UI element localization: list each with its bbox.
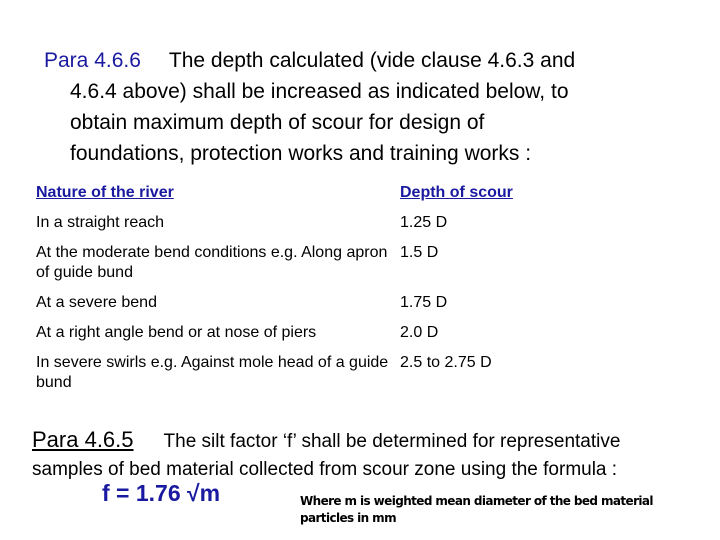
intro-line-2: 4.6.4 above) shall be increased as indic… bbox=[70, 80, 569, 103]
intro-paragraph: Para 4.6.6 The depth calculated (vide cla… bbox=[44, 45, 684, 169]
scour-depth-cell: 1.75 D bbox=[400, 294, 448, 311]
table-row: At a right angle bend or at nose of pier… bbox=[36, 323, 596, 353]
river-nature-cell: In a straight reach bbox=[36, 214, 165, 231]
scour-depth-cell: 1.25 D bbox=[400, 214, 448, 231]
para2-text-1: The silt factor ‘f’ shall be determined … bbox=[163, 431, 621, 452]
para-number-4-6-5: Para 4.6.5 bbox=[32, 427, 134, 452]
intro-text-1: The depth calculated (vide clause 4.6.3 … bbox=[168, 49, 576, 72]
table-header-row: Nature of the river Depth of scour bbox=[36, 183, 596, 213]
table-row: At a severe bend 1.75 D bbox=[36, 293, 596, 323]
header-nature-of-river: Nature of the river bbox=[36, 184, 174, 201]
formula-note: Where m is weighted mean diameter of the… bbox=[300, 494, 654, 525]
para2-line-1: Para 4.6.5 The silt factor ‘f’ shall be d… bbox=[32, 426, 712, 456]
river-nature-cell: At a right angle bend or at nose of pier… bbox=[36, 324, 317, 341]
table-row: In severe swirls e.g. Against mole head … bbox=[36, 353, 596, 403]
header-depth-of-scour: Depth of scour bbox=[400, 184, 513, 201]
silt-factor-paragraph: Para 4.6.5 The silt factor ‘f’ shall be d… bbox=[32, 426, 712, 484]
para-number-4-6-6: Para 4.6.6 bbox=[44, 49, 141, 72]
river-nature-cell: In severe swirls e.g. Against mole head … bbox=[36, 354, 389, 391]
scour-depth-cell: 2.0 D bbox=[400, 324, 439, 341]
intro-line-1: Para 4.6.6 The depth calculated (vide cla… bbox=[44, 45, 684, 76]
table-row: In a straight reach 1.25 D bbox=[36, 213, 596, 243]
intro-line-3: obtain maximum depth of scour for design… bbox=[70, 111, 485, 134]
river-nature-cell: At the moderate bend conditions e.g. Alo… bbox=[36, 244, 388, 281]
scour-depth-cell: 2.5 to 2.75 D bbox=[400, 354, 492, 371]
intro-line-4: foundations, protection works and traini… bbox=[70, 142, 532, 165]
silt-factor-formula: f = 1.76 √m bbox=[102, 480, 221, 506]
table-row: At the moderate bend conditions e.g. Alo… bbox=[36, 243, 596, 293]
scour-depth-cell: 1.5 D bbox=[400, 244, 439, 261]
river-nature-cell: At a severe bend bbox=[36, 294, 157, 311]
scour-depth-table: Nature of the river Depth of scour In a … bbox=[36, 183, 596, 403]
